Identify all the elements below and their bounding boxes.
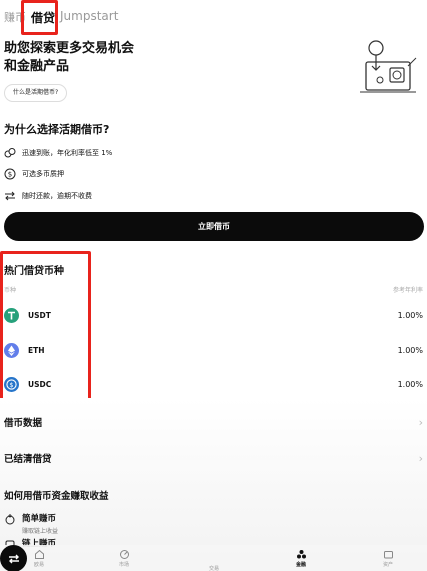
hero-title-line2: 和金融产品 bbox=[4, 59, 70, 74]
nav-assets-label: 资产 bbox=[382, 562, 393, 568]
home-icon bbox=[34, 549, 44, 559]
borrow-now-button[interactable]: 立即借币 bbox=[4, 212, 424, 241]
column-rate-label: 参考年利率 bbox=[392, 287, 423, 294]
what-is-loan-link[interactable]: 什么是活期借币? bbox=[4, 84, 68, 102]
nav-finance-label: 金融 bbox=[295, 562, 306, 568]
why-title: 为什么选择活期借币? bbox=[4, 123, 110, 136]
highlight-box-coins bbox=[0, 251, 91, 409]
chevron-right-icon: › bbox=[418, 415, 423, 429]
piggy-bank-icon bbox=[5, 514, 15, 525]
nav-finance[interactable]: 金融 bbox=[281, 549, 321, 568]
swap-arrows-icon bbox=[4, 190, 16, 202]
feature-fast: 迅速到账，年化利率低至 1% bbox=[4, 146, 112, 160]
coin-rate: 1.00% bbox=[397, 379, 423, 389]
coin-rate: 1.00% bbox=[397, 345, 423, 355]
finance-icon bbox=[296, 550, 306, 559]
hero-title-line1: 助您探索更多交易机会 bbox=[4, 41, 135, 56]
settled-loans-label: 已结清借贷 bbox=[4, 454, 52, 465]
loan-data-label: 借币数据 bbox=[4, 418, 43, 429]
simple-earn-sub: 赚取链上收益 bbox=[22, 528, 59, 535]
nav-market-label: 市场 bbox=[118, 562, 129, 568]
svg-text:$: $ bbox=[8, 171, 12, 179]
loan-data-row[interactable]: 借币数据 › bbox=[4, 415, 423, 430]
simple-earn-title: 简单赚币 bbox=[22, 514, 57, 524]
loan-illustration-icon bbox=[360, 40, 417, 93]
nav-market[interactable]: 市场 bbox=[104, 549, 144, 568]
coin-rate: 1.00% bbox=[397, 310, 423, 320]
highlight-box-tab bbox=[21, 0, 58, 35]
nav-home[interactable]: 欧易 bbox=[19, 549, 59, 568]
top-tabs: 赚币 借贷 Jumpstart bbox=[0, 0, 427, 32]
feature-multi-collateral-text: 可选多币质押 bbox=[22, 170, 64, 178]
simple-earn-item[interactable]: 简单赚币 赚取链上收益 bbox=[4, 512, 58, 535]
nav-trade-label: 交易 bbox=[208, 566, 219, 571]
feature-repay: 随时还款，逾期不收费 bbox=[4, 189, 92, 203]
assets-icon bbox=[383, 551, 393, 559]
feature-repay-text: 随时还款，逾期不收费 bbox=[22, 192, 92, 200]
hero-title: 助您探索更多交易机会 和金融产品 bbox=[4, 40, 204, 76]
feature-multi-collateral: $ 可选多币质押 bbox=[4, 167, 64, 181]
feature-fast-text: 迅速到账，年化利率低至 1% bbox=[22, 149, 113, 157]
nav-home-label: 欧易 bbox=[33, 562, 44, 568]
chevron-right-icon: › bbox=[418, 451, 423, 465]
dollar-circle-icon: $ bbox=[4, 168, 16, 180]
earn-title: 如何用借币资金赚取收益 bbox=[4, 491, 109, 502]
market-icon bbox=[119, 550, 129, 559]
nav-assets[interactable]: 资产 bbox=[368, 549, 408, 568]
tab-jumpstart[interactable]: Jumpstart bbox=[60, 9, 118, 23]
settled-loans-row[interactable]: 已结清借贷 › bbox=[4, 451, 423, 466]
coins-icon bbox=[4, 147, 16, 159]
